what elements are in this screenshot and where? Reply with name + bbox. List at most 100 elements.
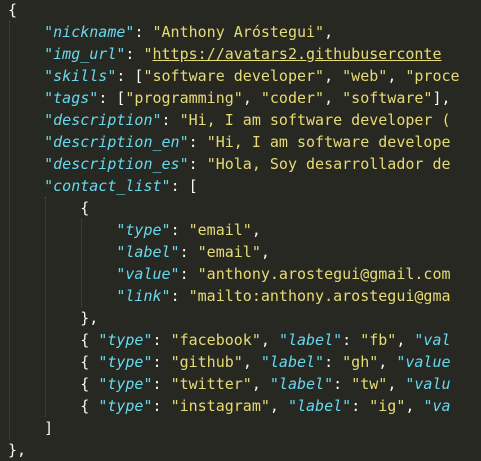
string-token: " (143, 45, 153, 63)
punctuation-token: : (342, 331, 361, 349)
code-line: "contact_list": [ (8, 175, 460, 197)
punctuation-token: , (396, 331, 415, 349)
punctuation-token: { (80, 397, 99, 415)
string-token: "anthony.arostegui@gmail.com (197, 265, 451, 283)
code-editor[interactable]: { "nickname": "Anthony Aróstegui", "img_… (0, 0, 481, 461)
punctuation-token: : (152, 331, 171, 349)
punctuation-token: , (378, 353, 397, 371)
key-token: "type" (98, 331, 153, 349)
key-token: "contact_list" (44, 177, 171, 195)
punctuation-token: , (324, 67, 343, 85)
code-line: "nickname": "Anthony Aróstegui", (8, 21, 460, 43)
key-token: "value" (116, 265, 180, 283)
key-token: "label" (116, 243, 180, 261)
key-token: "description_en" (44, 133, 189, 151)
punctuation-token: : (179, 265, 198, 283)
punctuation-token: ], (432, 89, 451, 107)
code-line: }, (8, 307, 460, 329)
punctuation-token: : (134, 23, 153, 41)
punctuation-token: : (170, 287, 189, 305)
punctuation-token: , (324, 89, 343, 107)
code-line: "label": "email", (8, 241, 460, 263)
code-line: "img_url": "https://avatars2.githubuserc… (8, 43, 460, 65)
key-token: "label" (278, 331, 343, 349)
code-line: { (8, 0, 460, 21)
punctuation-token: }, (80, 309, 99, 327)
punctuation-token: , (242, 353, 261, 371)
key-token: "description" (44, 111, 162, 129)
punctuation-token: { (80, 199, 90, 217)
code-line: "description_en": "Hi, I am software dev… (8, 131, 460, 153)
punctuation-token: { (8, 1, 18, 19)
string-token: "github" (170, 353, 243, 371)
punctuation-token: : (333, 375, 352, 393)
key-token: "tags" (44, 89, 99, 107)
key-token: "label" (287, 397, 352, 415)
punctuation-token: , (251, 375, 270, 393)
key-token: "type" (116, 221, 171, 239)
punctuation-token: , (405, 397, 424, 415)
string-token: "facebook" (170, 331, 261, 349)
punctuation-token: : [ (116, 67, 144, 85)
key-token: "type" (98, 353, 153, 371)
punctuation-token: , (387, 67, 406, 85)
punctuation-token: , (387, 375, 406, 393)
punctuation-token: : [ (170, 177, 198, 195)
punctuation-token: : (152, 375, 171, 393)
key-token: "description_es" (44, 155, 189, 173)
punctuation-token: , (269, 397, 288, 415)
punctuation-token: : (125, 45, 144, 63)
code-line: ] (8, 417, 460, 439)
string-token: "gh" (342, 353, 379, 371)
code-line: "description": "Hi, I am software develo… (8, 109, 460, 131)
punctuation-token: : (188, 133, 207, 151)
string-token: "twitter" (170, 375, 252, 393)
code-line: "value": "anthony.arostegui@gmail.com (8, 263, 460, 285)
string-token: "software" (342, 89, 433, 107)
string-token: "ig" (369, 397, 406, 415)
punctuation-token: , (260, 331, 279, 349)
string-token: "Hi, I am software develope (206, 133, 451, 151)
code-content: { "nickname": "Anthony Aróstegui", "img_… (8, 0, 460, 461)
code-line: { "type": "github", "label": "gh", "valu… (8, 351, 460, 373)
string-token: "tw" (351, 375, 388, 393)
string-token: "email" (197, 243, 261, 261)
punctuation-token: , (242, 89, 261, 107)
code-line: "tags": ["programming", "coder", "softwa… (8, 87, 460, 109)
url-token: https://avatars2.githubuserconte (152, 45, 442, 63)
punctuation-token: : (351, 397, 370, 415)
punctuation-token: : (152, 353, 171, 371)
key-token: "label" (260, 353, 325, 371)
punctuation-token: : (179, 243, 198, 261)
code-line: "type": "email", (8, 219, 460, 241)
key-token: "img_url" (44, 45, 126, 63)
code-line: "link": "mailto:anthony.arostegui@gma (8, 285, 460, 307)
punctuation-token: , (260, 243, 270, 261)
key-token: "valu (405, 375, 451, 393)
code-line: { "type": "twitter", "label": "tw", "val… (8, 373, 460, 395)
string-token: "proce (405, 67, 460, 85)
punctuation-token: : [ (98, 89, 126, 107)
key-token: "label" (269, 375, 334, 393)
code-line: "description_es": "Hola, Soy desarrollad… (8, 153, 460, 175)
punctuation-token: : (152, 397, 171, 415)
key-token: "value (396, 353, 451, 371)
string-token: "Hi, I am software developer ( (179, 111, 451, 129)
code-line: { (8, 197, 460, 219)
string-token: "fb" (360, 331, 397, 349)
punctuation-token: ] (44, 419, 54, 437)
punctuation-token: : (188, 155, 207, 173)
punctuation-token: : (170, 221, 189, 239)
